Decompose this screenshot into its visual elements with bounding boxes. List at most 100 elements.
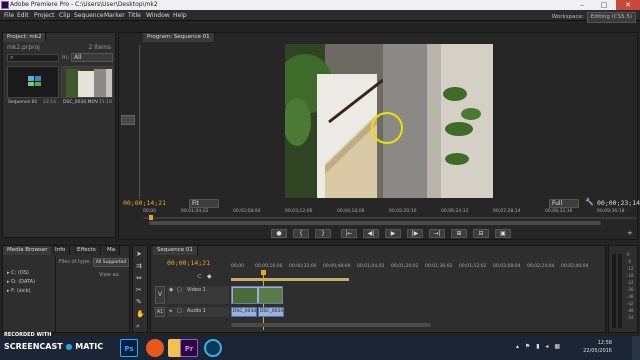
track-select-tool-icon[interactable]: ⇉ [136, 262, 142, 270]
ruler-tick: 00;01;36;02 [425, 264, 453, 269]
video-track-header: ◉ ▢ Video 1 [167, 286, 229, 304]
tab-markers[interactable]: Ma [103, 246, 121, 255]
drive-item[interactable]: ▸ D: (DATA) [7, 279, 35, 285]
premiere-taskbar-icon[interactable]: Pr [180, 339, 198, 357]
clip-preview-image [62, 67, 112, 97]
drive-label: D: (DATA) [11, 279, 36, 285]
screencast-taskbar-icon[interactable] [204, 339, 222, 357]
tools-panel: ➤ ⇉ ⇔ ✂ ✎ ✋ ⌕ [132, 245, 148, 333]
step-forward-button[interactable]: |▶ [407, 229, 423, 238]
show-desktop-button[interactable] [632, 336, 640, 360]
ripple-edit-tool-icon[interactable]: ⇔ [136, 274, 142, 282]
ruler-tick: 00;01;52;02 [459, 264, 487, 269]
photoshop-taskbar-icon[interactable]: Ps [120, 339, 138, 357]
audio-clip[interactable]: DSC_0034 [258, 307, 284, 317]
zoom-scrollbar[interactable] [149, 221, 601, 225]
timeline-timecode[interactable]: 00;00;14;21 [167, 259, 210, 267]
quality-dropdown[interactable]: Full [549, 199, 579, 208]
firefox-taskbar-icon[interactable] [146, 339, 164, 357]
snap-icon[interactable]: ⊂ [197, 273, 202, 280]
sequence-thumbnail[interactable] [7, 66, 59, 98]
files-of-type-dropdown[interactable]: All Supported [93, 258, 129, 267]
menu-marker[interactable]: Marker [104, 10, 125, 21]
zoom-tool-icon[interactable]: ⌕ [136, 322, 140, 331]
play-button[interactable]: ▶ [385, 229, 401, 238]
go-to-out-button[interactable]: →| [429, 229, 445, 238]
timeline-time-ruler[interactable]: 00;00 00;00;16;00 00;00;32;00 00;00;48;0… [231, 264, 601, 272]
lock-icon[interactable]: ▢ [177, 287, 182, 293]
sequence-tab[interactable]: Sequence 01 [153, 246, 198, 255]
hand-tool-icon[interactable]: ✋ [136, 310, 145, 318]
drive-item[interactable]: ▸ C: (OS) [7, 270, 29, 276]
pen-tool-icon[interactable]: ✎ [136, 298, 142, 306]
video-source-patch[interactable]: V [155, 286, 165, 304]
program-time-ruler[interactable]: 00;00 00;01;04;02 00;02;08;04 00;03;12;0… [143, 209, 637, 217]
safe-margins-icon[interactable] [121, 115, 135, 125]
close-button[interactable]: ✕ [616, 0, 640, 10]
menu-title[interactable]: Title [128, 10, 141, 21]
razor-tool-icon[interactable]: ✂ [136, 286, 142, 294]
clock[interactable]: 12:58 22/05/2016 [583, 339, 612, 355]
mark-in-button[interactable]: { [293, 229, 309, 238]
playhead-timecode[interactable]: 00;00;14;21 [123, 199, 166, 207]
watermark-matic: MATIC [75, 342, 104, 351]
tab-info[interactable]: Info [51, 246, 71, 255]
selection-tool-icon[interactable]: ➤ [136, 250, 142, 258]
menu-window[interactable]: Window [146, 10, 170, 21]
menu-clip[interactable]: Clip [59, 10, 70, 21]
transport-controls: ● { } |← ◀| ▶ |▶ →| ⊞ ⊟ ▣ [271, 229, 511, 239]
clip-thumbnail[interactable] [61, 66, 113, 98]
in-filter-dropdown[interactable]: All [71, 53, 113, 62]
minimize-button[interactable]: – [572, 0, 592, 10]
drive-label: F: (sick) [11, 288, 31, 294]
video-track-name: Video 1 [187, 287, 206, 293]
monitor-guide [139, 45, 140, 199]
work-area-bar[interactable] [231, 278, 349, 281]
drive-item[interactable]: ▸ F: (sick) [7, 288, 30, 294]
video-frame [285, 44, 493, 198]
add-marker-button[interactable]: ● [271, 229, 287, 238]
timeline-scrollbar[interactable] [231, 323, 431, 327]
program-playhead[interactable] [149, 215, 153, 220]
audio-track-name: Audio 1 [187, 308, 206, 314]
video-clip[interactable] [231, 286, 283, 304]
menu-help[interactable]: Help [173, 10, 187, 21]
step-back-button[interactable]: ◀| [363, 229, 379, 238]
playhead-handle[interactable] [261, 270, 266, 275]
go-to-in-button[interactable]: |← [341, 229, 357, 238]
project-tab[interactable]: Project: mk2 [3, 33, 47, 42]
marker-icon[interactable]: ◆ [207, 273, 212, 280]
window-title: Adobe Premiere Pro - C:\Users\User\Deskt… [10, 1, 158, 8]
audio-clip[interactable]: DSC_0034 [231, 307, 257, 317]
clip-name: DSC_0034.MOV [63, 100, 99, 105]
lock-icon[interactable]: ▢ [177, 308, 182, 314]
program-scrubber[interactable] [143, 217, 637, 219]
add-panel-icon[interactable]: + [627, 229, 633, 237]
export-frame-button[interactable]: ▣ [495, 229, 511, 238]
system-tray-icons[interactable]: ▴ ⚑ ▮ ◂ ▦ [516, 343, 562, 350]
menu-sequence[interactable]: Sequence [74, 10, 104, 21]
tab-media-browser[interactable]: Media Browser [3, 246, 53, 255]
workspace-selector[interactable]: Workspace: Editing (CS5.5) [552, 12, 636, 23]
mark-out-button[interactable]: } [315, 229, 331, 238]
extract-button[interactable]: ⊟ [473, 229, 489, 238]
maximize-button[interactable]: □ [594, 0, 614, 10]
program-tab[interactable]: Program: Sequence 01 [143, 33, 215, 42]
search-icon: ⌕ [10, 54, 14, 61]
fit-dropdown[interactable]: Fit [189, 199, 219, 208]
eye-icon[interactable]: ◉ [169, 287, 173, 293]
tab-effects[interactable]: Effects [73, 246, 101, 255]
search-input[interactable]: ⌕ [7, 54, 59, 62]
lift-button[interactable]: ⊞ [451, 229, 467, 238]
speaker-icon[interactable]: ◂ [169, 308, 172, 314]
menu-project[interactable]: Project [34, 10, 55, 21]
ruler-tick: 00;01;04;02 [181, 209, 209, 214]
pane-divider [55, 256, 56, 332]
audio-source-patch[interactable]: A1 [155, 307, 165, 317]
menu-file[interactable]: File [4, 10, 14, 21]
wrench-icon[interactable]: 🔧 [585, 198, 594, 206]
drive-label: C: (OS) [11, 270, 29, 276]
ruler-tick: 00;05;20;10 [389, 209, 417, 214]
workspace-value[interactable]: Editing (CS5.5) [586, 12, 636, 23]
menu-edit[interactable]: Edit [17, 10, 29, 21]
